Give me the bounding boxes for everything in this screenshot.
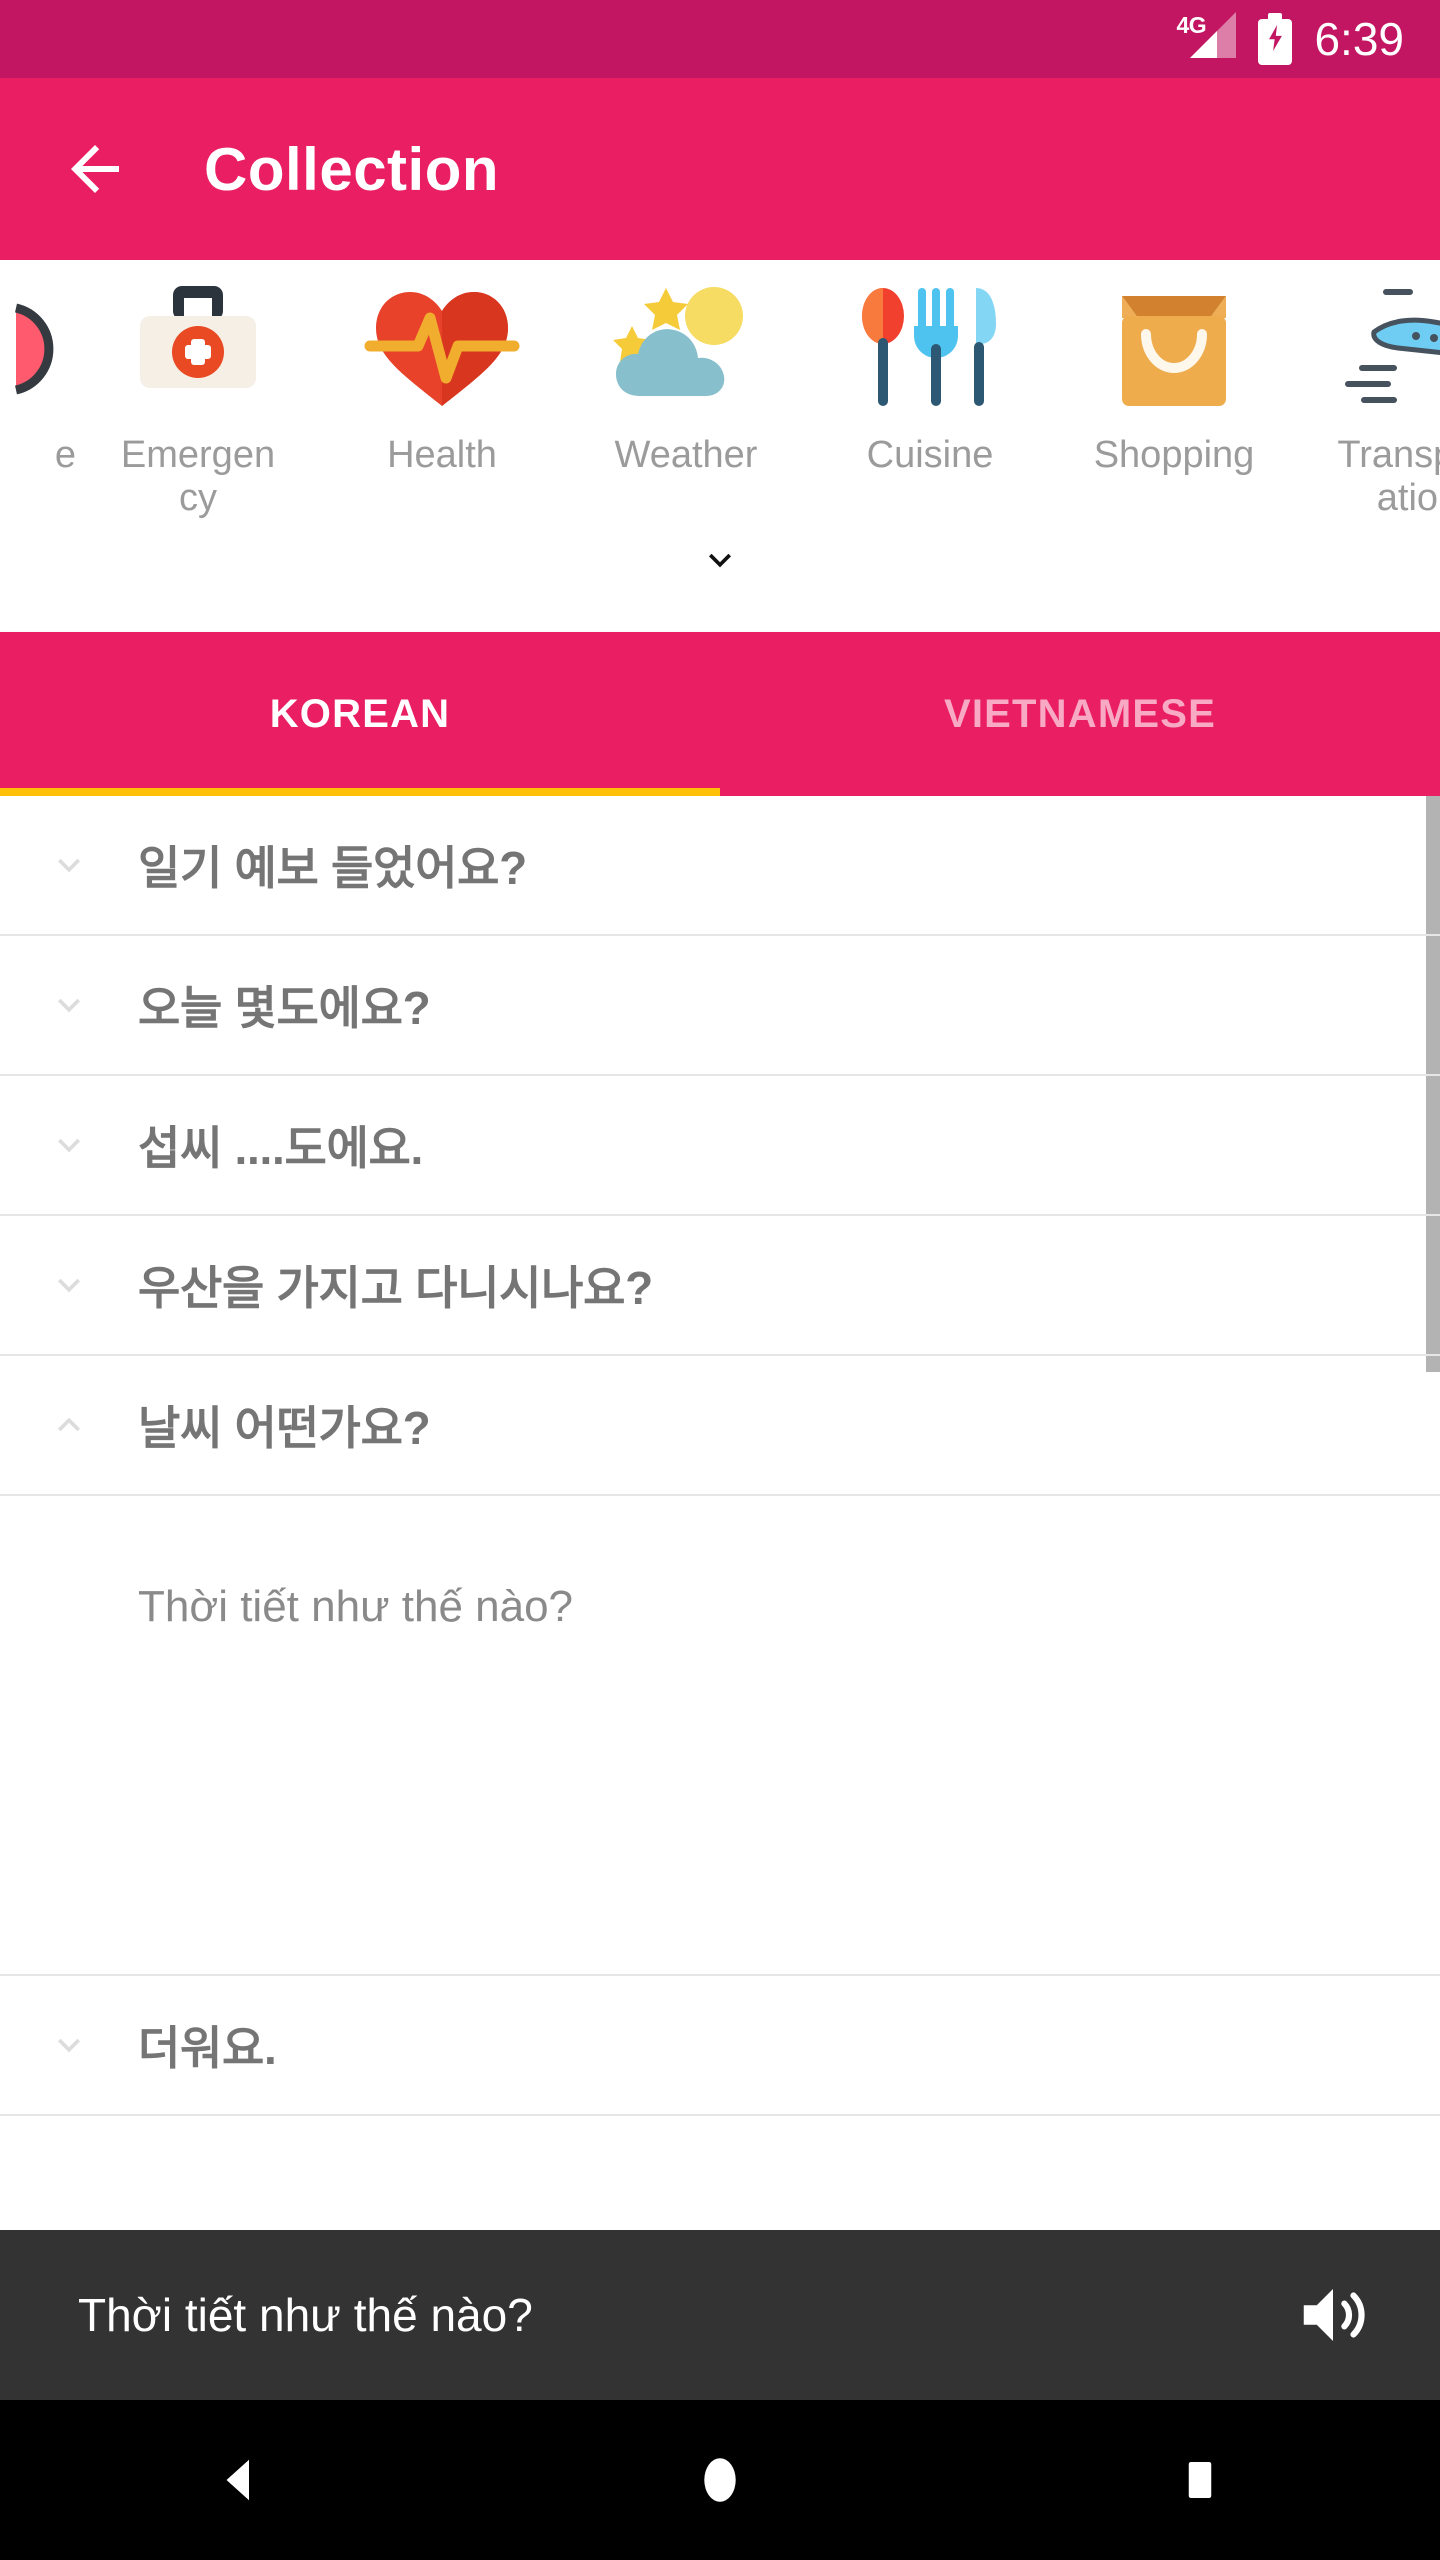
phrase-text: 오늘 몇도에요? [138, 982, 431, 1034]
volume-up-icon[interactable] [1288, 2270, 1378, 2360]
category-item-label: Cuisine [866, 434, 994, 476]
list-item[interactable]: 오늘 몇도에요? [0, 936, 1440, 1076]
category-item-label: Health [387, 434, 497, 476]
chevron-down-icon[interactable] [0, 843, 138, 887]
language-tab-bar: KOREAN VIETNAMESE [0, 632, 1440, 796]
category-item-transportation[interactable]: Transportation [1296, 278, 1440, 519]
expand-categories-button[interactable] [0, 526, 1440, 632]
translation-panel: Thời tiết như thế nào? [0, 1496, 1440, 1976]
android-nav-bar [0, 2400, 1440, 2560]
tab-active-indicator [0, 788, 720, 796]
category-item-label: Transportation [1337, 434, 1440, 519]
arrow-back-icon[interactable] [54, 128, 136, 210]
first-aid-kit-icon [118, 278, 278, 420]
chevron-down-icon[interactable] [0, 983, 138, 1027]
list-item[interactable]: 섭씨 ....도에요. [0, 1076, 1440, 1216]
page-title: Collection [204, 135, 500, 203]
playback-bar: Thời tiết như thế nào? [0, 2230, 1440, 2400]
category-item-emergency[interactable]: Emergency [76, 278, 320, 519]
phrase-text: 날씨 어떤가요? [138, 1402, 431, 1454]
nav-recents-square-icon[interactable] [1125, 2400, 1275, 2560]
category-item-label: Weather [614, 434, 758, 476]
category-item-label: e [54, 434, 76, 476]
partial-icon [6, 278, 76, 420]
signal-bars-icon: 4G [1174, 12, 1237, 64]
app-bar: Collection [0, 78, 1440, 260]
category-item-label: Emergency [120, 434, 276, 519]
tab-vietnamese[interactable]: VIETNAMESE [720, 632, 1440, 796]
heart-pulse-icon [362, 278, 522, 420]
list-item[interactable]: 일기 예보 들었어요? [0, 796, 1440, 936]
playback-text: Thời tiết như thế nào? [78, 2289, 533, 2341]
category-item-partial[interactable]: e [0, 278, 76, 477]
phone-screen: 4G 6:39 Collection e Emergency Health We… [0, 0, 1440, 2560]
phrase-list: 일기 예보 들었어요? 오늘 몇도에요? 섭씨 ....도에요. 우산을 가지고… [0, 796, 1440, 2116]
shopping-bag-icon [1094, 278, 1254, 420]
category-scroller[interactable]: e Emergency Health Weather Cuisine Shopp… [0, 260, 1440, 526]
category-item-label: Shopping [1093, 434, 1255, 476]
category-item-shopping[interactable]: Shopping [1052, 278, 1296, 477]
cutlery-icon [850, 278, 1010, 420]
chevron-down-icon[interactable] [0, 1123, 138, 1167]
chevron-down-icon[interactable] [0, 1263, 138, 1307]
airplane-icon [1338, 278, 1440, 420]
signal-triangle-fg [1190, 31, 1218, 58]
category-item-health[interactable]: Health [320, 278, 564, 477]
tab-korean[interactable]: KOREAN [0, 632, 720, 796]
phrase-text: 우산을 가지고 다니시나요? [138, 1262, 653, 1314]
category-item-weather[interactable]: Weather [564, 278, 808, 477]
list-item[interactable]: 더워요. [0, 1976, 1440, 2116]
chevron-down-icon[interactable] [0, 2023, 138, 2067]
chevron-up-icon[interactable] [0, 1403, 138, 1447]
list-item-expanded[interactable]: 날씨 어떤가요? [0, 1356, 1440, 1496]
translation-text: Thời tiết như thế nào? [138, 1582, 574, 1631]
category-item-cuisine[interactable]: Cuisine [808, 278, 1052, 477]
phrase-text: 더워요. [138, 2022, 277, 2074]
sun-cloud-icon [606, 278, 766, 420]
chevron-down-icon [709, 553, 731, 568]
status-bar: 4G 6:39 [0, 0, 1440, 78]
list-item[interactable]: 우산을 가지고 다니시나요? [0, 1216, 1440, 1356]
phrase-text: 일기 예보 들었어요? [138, 842, 527, 894]
nav-home-circle-icon[interactable] [645, 2400, 795, 2560]
nav-back-triangle-icon[interactable] [165, 2400, 315, 2560]
phrase-text: 섭씨 ....도에요. [138, 1122, 423, 1174]
battery-charging-icon [1258, 13, 1293, 65]
category-panel: e Emergency Health Weather Cuisine Shopp… [0, 260, 1440, 632]
status-bar-clock: 6:39 [1314, 13, 1404, 65]
